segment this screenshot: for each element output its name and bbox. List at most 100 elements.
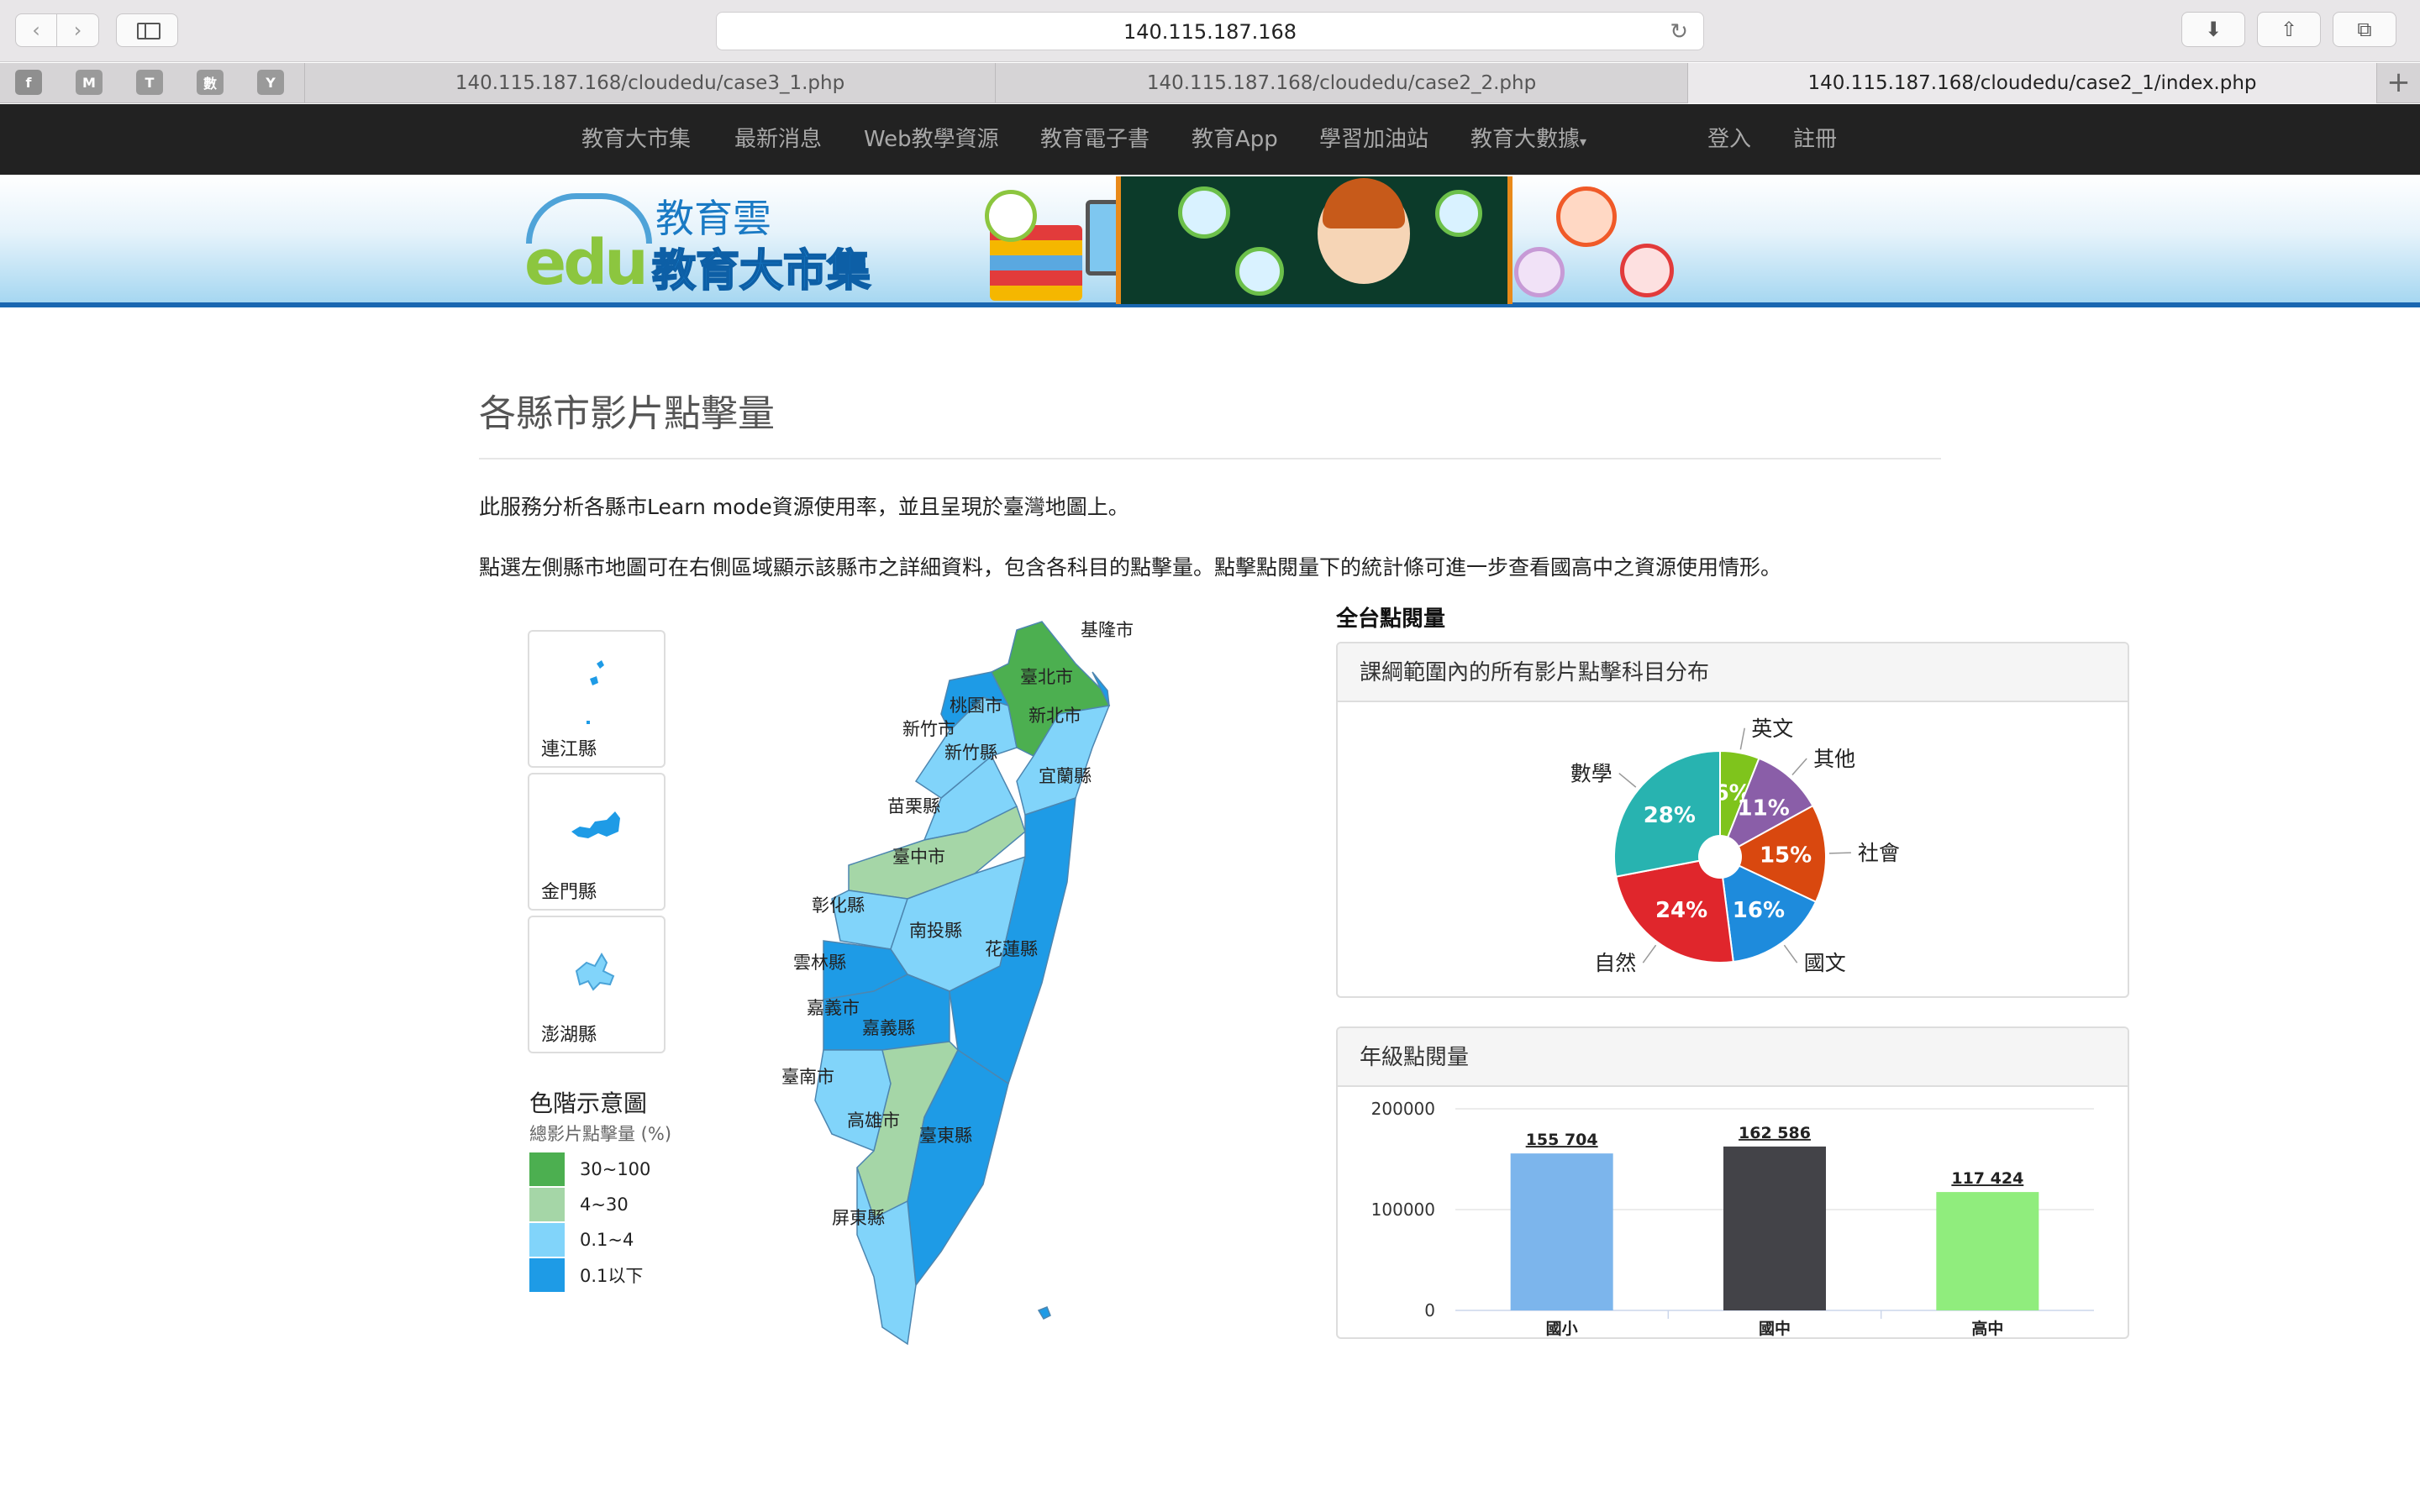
bar-rect[interactable] [1723,1146,1826,1310]
county-label-hsinchu-city[interactable]: 新竹市 [902,716,955,741]
instruction-paragraph: 點選左側縣市地圖可在右側區域顯示該縣市之詳細資料，包含各科目的點擊量。點擊點閱量… [479,555,1782,580]
island-lienchiang[interactable]: 連江縣 [528,630,666,768]
nav-apps[interactable]: 教育App [1192,104,1278,175]
county-label-pingtung[interactable]: 屏東縣 [832,1205,885,1230]
badge-elementary-icon [1178,186,1230,239]
bar-rect[interactable] [1510,1153,1613,1310]
subject-pie-chart: 6%英文11%其他15% 社會16%國文24%自然28%數學 [1570,717,1900,975]
legend-row: 0.1~4 [529,1223,634,1257]
favorite-t[interactable]: T [136,70,163,95]
pie-value-label: 24% [1655,898,1707,923]
bar-category-label: 國中 [1759,1319,1791,1338]
bar-value-label: 155 704 [1526,1131,1598,1149]
nav-marketplace[interactable]: 教育大市集 [581,104,691,175]
county-label-taichung[interactable]: 臺中市 [892,843,945,869]
county-label-chiayi-county[interactable]: 嘉義縣 [862,1015,915,1040]
county-label-yilan[interactable]: 宜蘭縣 [1039,763,1092,788]
sidebar-icon [137,23,160,39]
island-kinmen[interactable]: 金門縣 [528,773,666,911]
legend-swatch [529,1152,565,1186]
nav-big-data[interactable]: 教育大數據▾ [1470,104,1586,175]
new-tab-button[interactable]: + [2376,63,2420,103]
island-penghu[interactable]: 澎湖縣 [528,916,666,1053]
pie-connector [1642,944,1657,963]
logo-edu[interactable]: edu [524,227,649,299]
tab-bar: f M T 數 Y 140.115.187.168/cloudedu/case3… [0,63,2420,103]
share-button[interactable]: ⇧ [2257,12,2321,47]
county-label-yunlin[interactable]: 雲林縣 [793,949,846,974]
nav-login[interactable]: 登入 [1707,104,1751,175]
tab-case2-2[interactable]: 140.115.187.168/cloudedu/case2_2.php [995,63,1687,103]
bar-panel-title: 年級點閱量 [1338,1028,2128,1087]
badge-high-icon [1514,247,1565,297]
favorite-shu[interactable]: 數 [197,70,224,95]
pie-panel-title: 課綱範圍內的所有影片點擊科目分布 [1338,643,2128,702]
county-label-taoyuan[interactable]: 桃園市 [950,692,1002,717]
site-navbar: 教育大市集 最新消息 Web教學資源 教育電子書 教育App 學習加油站 教育大… [0,104,2420,175]
bar-y-tick: 200000 [1371,1099,1435,1119]
nav-web-resources[interactable]: Web教學資源 [864,104,999,175]
legend-swatch [529,1188,565,1221]
penghu-shape [575,953,615,991]
pie-value-label: 16% [1733,898,1785,923]
pie-value-label: 28% [1644,803,1696,828]
bar-category-label: 高中 [1971,1319,2003,1338]
county-label-new-taipei[interactable]: 新北市 [1028,702,1081,727]
tab-case3-1[interactable]: 140.115.187.168/cloudedu/case3_1.php [304,63,995,103]
county-label-tainan[interactable]: 臺南市 [781,1063,834,1089]
legend-swatch [529,1223,565,1257]
address-text: 140.115.187.168 [1123,20,1297,44]
tabs-overview-button[interactable]: ⧉ [2333,12,2396,47]
island-label-lienchiang: 連江縣 [541,739,597,760]
back-button[interactable]: ‹ [15,13,57,47]
county-label-changhua[interactable]: 彰化縣 [812,892,865,917]
county-label-nantou[interactable]: 南投縣 [909,917,962,942]
favorite-y[interactable]: Y [257,70,284,95]
address-bar[interactable]: 140.115.187.168 ↻ [716,12,1704,50]
county-label-hualien[interactable]: 花蓮縣 [985,936,1038,961]
bar-y-tick: 0 [1424,1300,1435,1320]
reload-icon[interactable]: ↻ [1670,13,1688,51]
bar-value-label: 162 586 [1739,1124,1811,1142]
badge-learning-icon [1620,244,1674,297]
badge-junior-icon [1435,190,1482,237]
tab-case2-1[interactable]: 140.115.187.168/cloudedu/case2_1/index.p… [1687,63,2376,103]
grade-bar-chart: 0 100000 200000 155 704 國小 162 586 國中 117 424 高中 [1371,1099,2094,1338]
county-label-hsinchu-county[interactable]: 新竹縣 [944,739,997,764]
favorite-m[interactable]: M [76,70,103,95]
chevron-left-icon: ‹ [32,18,40,42]
title-divider [479,458,1941,459]
legend-subtitle: 總影片點擊量 (%) [529,1124,672,1144]
county-label-kaohsiung[interactable]: 高雄市 [847,1107,900,1132]
county-label-chiayi-city[interactable]: 嘉義市 [807,995,860,1020]
downloads-button[interactable]: ⬇ [2181,12,2245,47]
island-label-kinmen: 金門縣 [541,882,597,903]
region-lanyu[interactable] [1037,1306,1051,1320]
nav-big-data-label: 教育大數據 [1470,127,1581,152]
app-badge-icon [1556,186,1617,247]
teacher-illustration [1318,178,1410,284]
nav-learning-station[interactable]: 學習加油站 [1319,104,1428,175]
logo-title-marketplace: 教育大市集 [651,245,871,297]
county-label-miaoli[interactable]: 苗栗縣 [887,793,940,818]
history-buttons: ‹ › [15,13,99,47]
bar-category-label: 國小 [1546,1320,1578,1338]
download-icon: ⬇ [2204,18,2223,41]
bar-rect[interactable] [1936,1192,2039,1310]
caret-down-icon: ▾ [1580,134,1587,150]
nav-news[interactable]: 最新消息 [734,104,822,175]
favorite-facebook[interactable]: f [15,70,42,95]
nav-ebooks[interactable]: 教育電子書 [1040,104,1150,175]
county-label-taipei[interactable]: 臺北市 [1020,664,1073,689]
legend-label: 0.1~4 [580,1230,634,1250]
county-label-taitung[interactable]: 臺東縣 [919,1122,972,1147]
county-label-keelung[interactable]: 基隆市 [1081,617,1134,642]
pie-panel: 課綱範圍內的所有影片點擊科目分布 6% 英文 11% 其他 15% 社會 16% 國文 24% 自… [1336,642,2129,998]
sidebar-toggle-button[interactable] [116,13,178,47]
forward-button[interactable]: › [57,13,99,47]
nav-register[interactable]: 註冊 [1793,104,1837,175]
pie-connector [1783,944,1798,963]
legend-row: 4~30 [529,1188,629,1221]
chevron-right-icon: › [73,18,82,42]
kinmen-shape [571,811,620,838]
